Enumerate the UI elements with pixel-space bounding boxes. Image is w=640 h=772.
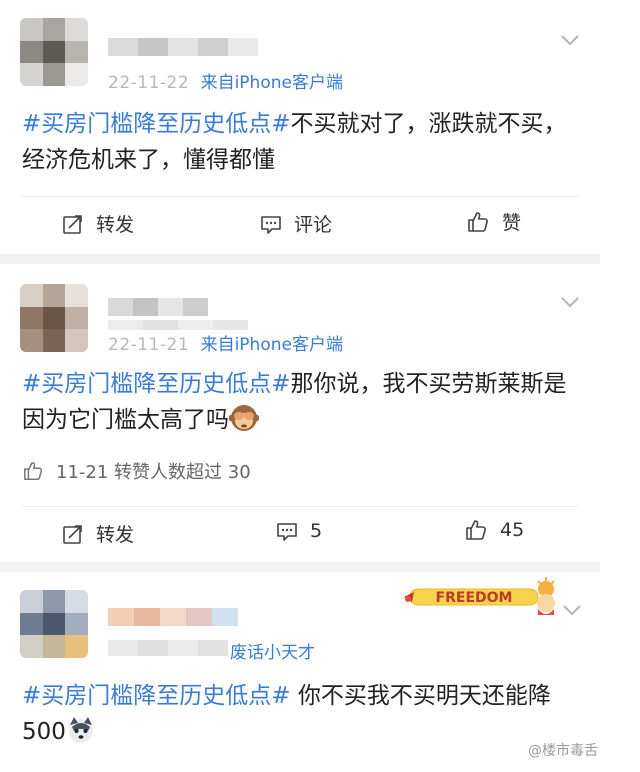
- page-gutter: [600, 0, 640, 772]
- username-blurred[interactable]: [108, 298, 208, 316]
- username-blurred[interactable]: [108, 38, 258, 56]
- like-count: 45: [500, 519, 525, 541]
- topic-link[interactable]: #买房门槛降至历史低点#: [22, 683, 291, 709]
- comment-icon: [277, 523, 297, 541]
- comment-button[interactable]: 5: [276, 520, 322, 542]
- repost-button[interactable]: 转发: [62, 210, 134, 237]
- repost-icon: [63, 214, 82, 234]
- chevron-down-icon[interactable]: [561, 296, 579, 308]
- chevron-down-icon[interactable]: [561, 34, 579, 46]
- repost-button[interactable]: 转发: [62, 520, 134, 547]
- avatar[interactable]: [20, 18, 88, 86]
- divider: [22, 196, 578, 197]
- comment-icon: [261, 215, 281, 234]
- divider: [22, 506, 578, 507]
- post-meta: 废话小天才: [230, 638, 315, 663]
- username-blurred: [108, 640, 228, 656]
- badge-text: FREEDOM: [436, 590, 513, 606]
- repost-label: 转发: [96, 214, 135, 236]
- post-source: 来自iPhone客户端: [200, 335, 343, 355]
- like-button[interactable]: 赞: [466, 208, 521, 235]
- post-content: #买房门槛降至历史低点# 你不买我不买明天还能降 500: [22, 678, 582, 750]
- comment-button[interactable]: 评论: [260, 210, 332, 237]
- username-blurred[interactable]: [108, 608, 238, 626]
- husky-face-icon: [68, 717, 93, 743]
- like-button[interactable]: 45: [464, 518, 524, 542]
- chevron-down-icon[interactable]: [563, 604, 581, 616]
- watermark: @楼市毒舌: [528, 740, 598, 760]
- see-no-evil-monkey-icon: [229, 405, 259, 431]
- repost-label: 转发: [96, 524, 135, 546]
- post-meta: 22-11-22 来自iPhone客户端: [108, 68, 343, 93]
- avatar[interactable]: [20, 590, 88, 658]
- watermark-text: @楼市毒舌: [528, 743, 598, 759]
- like-label: 赞: [502, 212, 522, 234]
- thumbs-up-icon: [466, 520, 486, 540]
- comment-label: 评论: [294, 214, 333, 236]
- feed: 22-11-22 来自iPhone客户端 #买房门槛降至历史低点#不买就对了，涨…: [0, 0, 600, 772]
- post-time: 22-11-22: [108, 73, 190, 93]
- topic-link[interactable]: #买房门槛降至历史低点#: [22, 111, 291, 137]
- repost-like-summary[interactable]: 11-21 转赞人数超过 30: [22, 458, 251, 484]
- thumbs-up-icon: [468, 211, 488, 232]
- post-content: #买房门槛降至历史低点#不买就对了，涨跌就不买，经济危机来了，懂得都懂: [22, 106, 582, 178]
- post-separator: [0, 254, 600, 264]
- post-source: 废话小天才: [230, 643, 315, 663]
- comment-count: 5: [310, 520, 323, 542]
- post-content: #买房门槛降至历史低点#那你说，我不买劳斯莱斯是因为它门槛太高了吗: [22, 366, 582, 438]
- avatar[interactable]: [20, 284, 88, 352]
- freedom-badge: FREEDOM: [404, 577, 555, 615]
- topic-link[interactable]: #买房门槛降至历史低点#: [22, 371, 291, 397]
- post-meta: 22-11-21 来自iPhone客户端: [108, 330, 343, 355]
- liked-summary-text: 11-21 转赞人数超过 30: [56, 462, 251, 483]
- username-blurred: [108, 320, 248, 330]
- post-time: 22-11-21: [108, 335, 190, 355]
- post-source: 来自iPhone客户端: [200, 73, 343, 93]
- repost-icon: [63, 524, 82, 544]
- thumbs-up-icon: [24, 462, 43, 480]
- post-separator: [0, 562, 600, 572]
